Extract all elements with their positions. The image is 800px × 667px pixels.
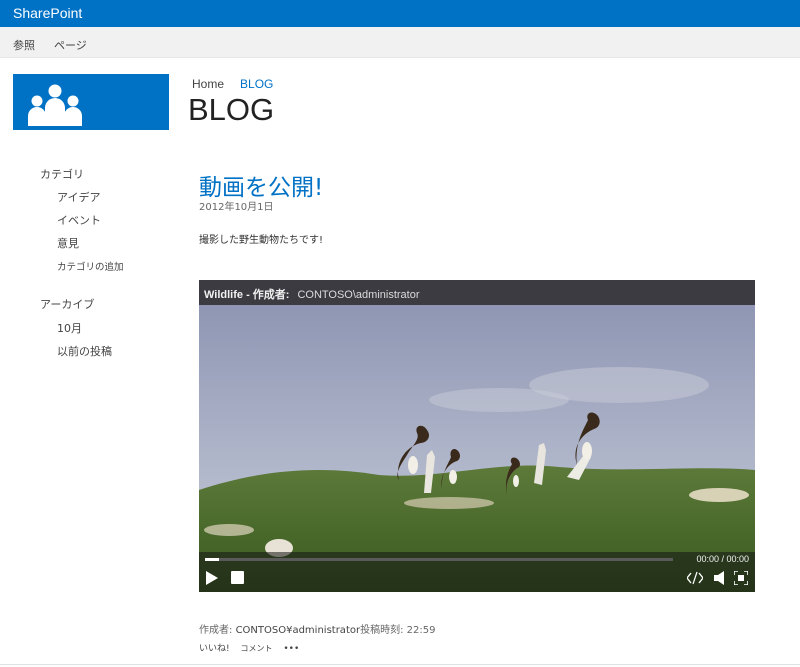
fullscreen-icon — [733, 570, 749, 586]
nav-category-ideas[interactable]: アイデア — [40, 189, 100, 205]
suite-bar: SharePoint — [0, 0, 800, 27]
post-date: 2012年10月1日 — [199, 202, 274, 213]
video-title: Wildlife - 作成者: — [204, 289, 290, 301]
nav-add-category-link[interactable]: カテゴリの追加 — [40, 259, 124, 273]
embed-icon — [686, 571, 704, 585]
play-button[interactable] — [205, 570, 219, 589]
breadcrumb: Home BLOG — [192, 77, 273, 91]
video-title-bar: Wildlife - 作成者: CONTOSO\administrator — [199, 280, 755, 305]
stop-icon — [231, 571, 244, 584]
tab-page[interactable]: ページ — [54, 37, 87, 53]
more-options-button[interactable]: ••• — [283, 644, 299, 654]
video-progress-fill — [205, 558, 220, 561]
nav-category-events[interactable]: イベント — [40, 212, 101, 228]
volume-button[interactable] — [714, 570, 726, 589]
people-logo-icon — [28, 84, 82, 126]
breadcrumb-blog-link[interactable]: BLOG — [240, 77, 273, 91]
post-body: 撮影した野生動物たちです! — [199, 235, 324, 246]
video-progress-bar[interactable] — [205, 558, 673, 561]
post-author-link[interactable]: CONTOSO¥administrator — [236, 625, 361, 636]
fullscreen-button[interactable] — [733, 570, 749, 589]
site-title[interactable]: BLOG — [188, 92, 274, 128]
post-time: 投稿時刻: 22:59 — [360, 625, 436, 636]
video-frame — [199, 305, 755, 592]
nav-archive-older-posts[interactable]: 以前の投稿 — [40, 343, 112, 359]
like-link[interactable]: いいね! — [199, 644, 230, 654]
post-actions: いいね! コメント ••• — [199, 641, 307, 654]
divider — [0, 664, 800, 665]
ribbon-tabs: 参照 ページ — [0, 27, 800, 58]
nav-archive-october[interactable]: 10月 — [40, 320, 82, 336]
post-author-label: 作成者: — [199, 625, 236, 636]
breadcrumb-home-link[interactable]: Home — [192, 77, 224, 91]
video-author: CONTOSO\administrator — [297, 289, 420, 301]
stop-button[interactable] — [231, 570, 245, 589]
comment-link[interactable]: コメント — [240, 644, 272, 653]
nav-categories-heading[interactable]: カテゴリ — [40, 166, 84, 184]
video-time: 00:00 / 00:00 — [696, 554, 749, 564]
sharepoint-brand[interactable]: SharePoint — [13, 5, 82, 21]
post-footer: 作成者: CONTOSO¥administrator投稿時刻: 22:59 — [199, 621, 435, 636]
video-player[interactable]: Wildlife - 作成者: CONTOSO\administrator 00… — [199, 280, 755, 592]
video-controls: 00:00 / 00:00 — [199, 552, 755, 592]
post-title-link[interactable]: 動画を公開! — [199, 168, 323, 202]
play-icon — [206, 571, 218, 585]
nav-archive-heading[interactable]: アーカイブ — [40, 296, 94, 314]
volume-icon — [714, 571, 724, 585]
embed-button[interactable] — [686, 570, 704, 589]
site-logo[interactable] — [13, 74, 169, 130]
nav-category-opinions[interactable]: 意見 — [40, 235, 79, 251]
tab-browse[interactable]: 参照 — [13, 37, 35, 53]
